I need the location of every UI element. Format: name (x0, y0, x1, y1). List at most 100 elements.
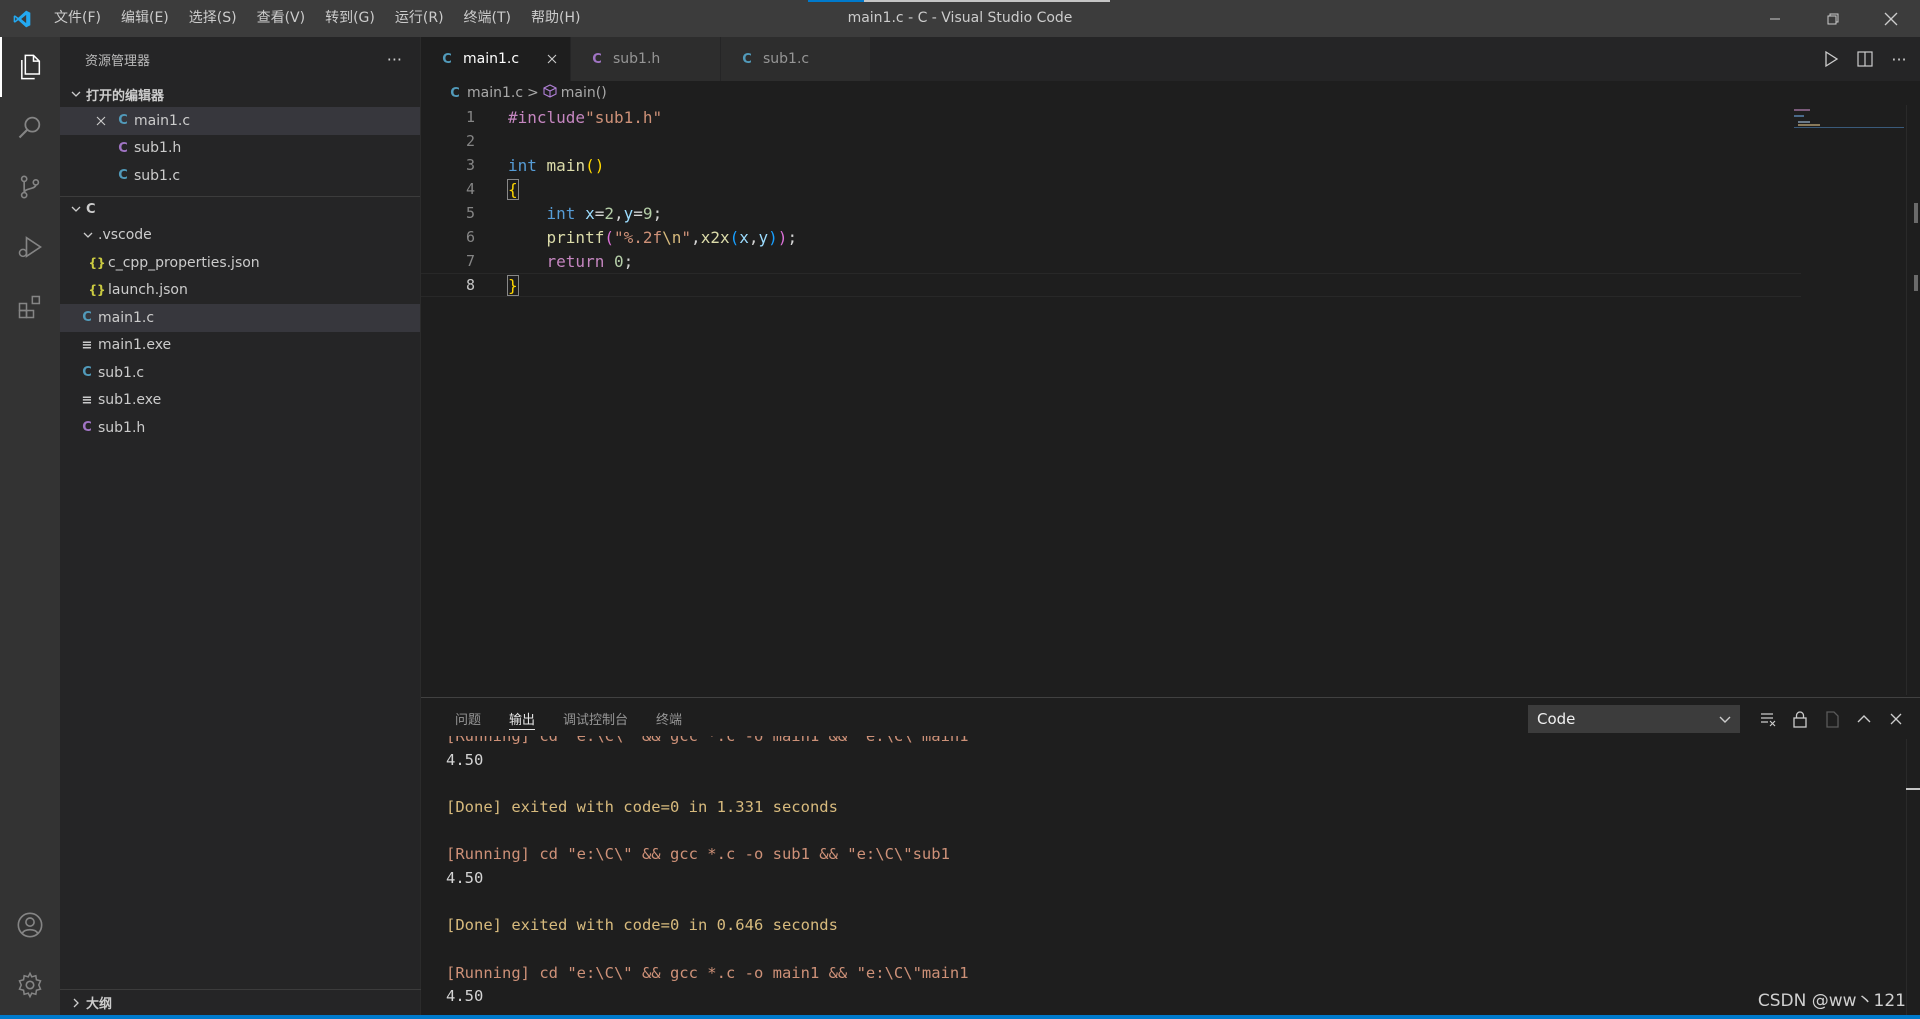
c-file-icon: C (118, 168, 128, 184)
run-debug-activity[interactable] (0, 217, 60, 277)
explorer-activity[interactable] (0, 37, 60, 97)
clear-output-button[interactable] (1758, 709, 1778, 729)
menu-help[interactable]: 帮助(H) (521, 0, 590, 37)
output-text: [Running] cd "e:\C\" && gcc *.c -o sub1 … (446, 845, 950, 864)
editor-more-button[interactable]: ··· (1888, 48, 1910, 70)
output-line: [Running] cd "e:\C\" && gcc *.c -o main1… (446, 736, 1886, 748)
tab-main1-c[interactable]: C main1.c (421, 37, 571, 81)
menu-view[interactable]: 查看(V) (247, 0, 316, 37)
tab-problems[interactable]: 问题 (441, 698, 495, 739)
minimap[interactable] (1794, 105, 1904, 165)
tree-file[interactable]: C main1.c (60, 304, 420, 332)
close-icon[interactable] (90, 116, 112, 126)
title-progress-accent (808, 0, 864, 2)
json-file-icon: {} (88, 255, 106, 270)
minimize-button[interactable] (1746, 0, 1804, 37)
folder-header[interactable]: C (60, 195, 420, 222)
output-text: 4.50 (446, 750, 484, 769)
file-name: sub1.exe (98, 392, 162, 409)
split-editor-button[interactable] (1854, 48, 1876, 70)
line-number: 3 (465, 156, 475, 174)
breadcrumb-file[interactable]: main1.c (467, 85, 523, 101)
line-number: 7 (465, 252, 475, 270)
file-name: main1.exe (98, 337, 172, 354)
close-panel-button[interactable] (1886, 709, 1906, 729)
breadcrumb-symbol[interactable]: main() (561, 85, 607, 101)
tab-close-button[interactable] (542, 49, 562, 69)
code-line-text: } (507, 274, 519, 296)
open-log-button[interactable] (1822, 709, 1842, 729)
panel-scrollbar[interactable] (1906, 739, 1920, 1015)
tab-sub1-c[interactable]: C sub1.c (721, 37, 871, 81)
menu-edit[interactable]: 编辑(E) (111, 0, 179, 37)
output-line: 4.50 (446, 866, 1886, 890)
close-icon (547, 54, 557, 64)
menu-selection[interactable]: 选择(S) (179, 0, 247, 37)
open-editor-item[interactable]: C main1.c (60, 107, 420, 135)
code-editor[interactable]: 1 #include"sub1.h" 2 3 int main() 4 { 5 … (421, 105, 1920, 697)
lock-scroll-button[interactable] (1790, 709, 1810, 729)
source-control-icon (20, 175, 40, 199)
line-number: 4 (465, 180, 475, 198)
tree-file[interactable]: {} launch.json (60, 277, 420, 305)
tab-label: sub1.c (763, 51, 810, 67)
open-editor-item[interactable]: C sub1.c (60, 162, 420, 190)
window-controls (1746, 0, 1920, 37)
split-editor-icon (1857, 51, 1873, 67)
output-channel-select[interactable]: Code (1528, 705, 1740, 733)
tab-terminal[interactable]: 终端 (642, 698, 696, 739)
output-line: [Done] exited with code=0 in 0.646 secon… (446, 914, 1886, 938)
line-number: 8 (465, 276, 475, 294)
outline-header[interactable]: 大纲 (60, 989, 421, 1015)
menu-terminal[interactable]: 终端(T) (454, 0, 521, 37)
menu-go[interactable]: 转到(G) (315, 0, 385, 37)
close-window-button[interactable] (1862, 0, 1920, 37)
open-editors-header[interactable]: 打开的编辑器 (60, 81, 420, 107)
code-line: 2 (421, 129, 1801, 153)
tree-file[interactable]: ≡ main1.exe (60, 332, 420, 360)
tree-folder-vscode[interactable]: .vscode (60, 222, 420, 250)
menu-file[interactable]: 文件(F) (44, 0, 111, 37)
lock-icon (1793, 711, 1807, 728)
output-view[interactable]: [Running] cd "e:\C\" && gcc *.c -o main1… (446, 736, 1886, 1014)
run-code-button[interactable] (1820, 48, 1842, 70)
tree-file[interactable]: C sub1.h (60, 414, 420, 442)
editor-tabs: C main1.c C sub1.h C sub1.c ··· (421, 37, 1920, 81)
tab-output[interactable]: 输出 (495, 698, 549, 739)
file-name: sub1.c (134, 167, 181, 184)
clear-all-icon (1761, 713, 1776, 727)
tab-debug-console[interactable]: 调试控制台 (549, 698, 642, 739)
chevron-right-icon (66, 998, 86, 1008)
watermark: CSDN @ww丶121 (1757, 991, 1906, 1011)
output-text: 4.50 (446, 868, 484, 887)
extensions-icon (18, 295, 41, 319)
code-line: 7 return 0; (421, 249, 1801, 273)
files-icon (21, 54, 41, 80)
scrollbar-thumb[interactable] (1914, 203, 1918, 223)
maximize-panel-button[interactable] (1854, 709, 1874, 729)
restore-button[interactable] (1804, 0, 1862, 37)
folder-name: .vscode (98, 227, 152, 244)
tab-sub1-h[interactable]: C sub1.h (571, 37, 721, 81)
tree-file[interactable]: C sub1.c (60, 359, 420, 387)
editor-scrollbar[interactable] (1906, 105, 1920, 695)
tree-file[interactable]: ≡ sub1.exe (60, 387, 420, 415)
c-file-icon: C (450, 85, 460, 101)
more-actions-button[interactable]: ··· (387, 50, 402, 69)
extensions-activity[interactable] (0, 277, 60, 337)
search-activity[interactable] (0, 97, 60, 157)
open-editor-item[interactable]: C sub1.h (60, 135, 420, 163)
menu-run[interactable]: 运行(R) (385, 0, 454, 37)
accounts-activity[interactable] (0, 895, 60, 955)
manage-activity[interactable] (0, 955, 60, 1015)
output-text: [Done] exited with code=0 in 0.646 secon… (446, 916, 838, 935)
outline-label: 大纲 (86, 997, 113, 1012)
line-number: 5 (465, 204, 475, 222)
output-line: [Done] exited with code=0 in 1.331 secon… (446, 795, 1886, 819)
file-name: c_cpp_properties.json (108, 254, 260, 271)
tree-file[interactable]: {} c_cpp_properties.json (60, 249, 420, 277)
cube-icon (543, 84, 557, 102)
source-control-activity[interactable] (0, 157, 60, 217)
chevron-down-icon (1719, 716, 1731, 723)
